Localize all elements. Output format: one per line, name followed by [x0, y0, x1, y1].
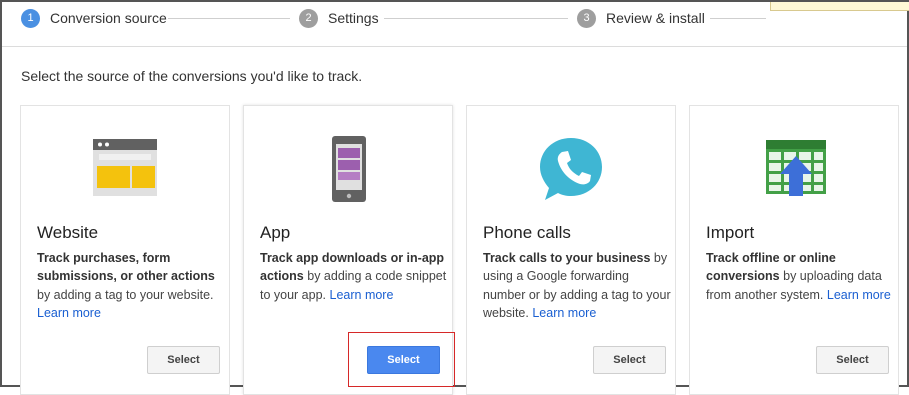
- card-description: Track purchases, form submissions, or ot…: [37, 249, 227, 322]
- step-label: Conversion source: [50, 10, 167, 26]
- step-settings[interactable]: 2 Settings: [299, 8, 379, 28]
- stepper: 1 Conversion source 2 Settings 3 Review …: [2, 2, 909, 47]
- step-label: Settings: [328, 10, 379, 26]
- card-import[interactable]: Import Track offline or online conversio…: [689, 105, 899, 395]
- import-spreadsheet-icon: [690, 134, 898, 206]
- step-label: Review & install: [606, 10, 705, 26]
- step-number: 3: [577, 8, 596, 28]
- card-title: Import: [706, 223, 755, 242]
- step-connector: [384, 18, 568, 19]
- tooltip-box: [770, 2, 909, 11]
- mobile-app-icon: [244, 134, 452, 206]
- phone-call-icon: [467, 134, 675, 206]
- conversion-wizard: 1 Conversion source 2 Settings 3 Review …: [0, 0, 909, 395]
- card-phone-calls[interactable]: Phone calls Track calls to your business…: [466, 105, 676, 395]
- card-description-bold: Track purchases, form submissions, or ot…: [37, 251, 215, 284]
- card-website[interactable]: Website Track purchases, form submission…: [20, 105, 230, 395]
- learn-more-link[interactable]: Learn more: [827, 288, 891, 302]
- card-title: App: [260, 223, 291, 242]
- card-title: Phone calls: [483, 223, 571, 242]
- card-title: Website: [37, 223, 99, 242]
- select-website-button[interactable]: Select: [147, 346, 220, 374]
- website-browser-icon: [21, 134, 229, 206]
- step-connector: [710, 18, 766, 19]
- step-conversion-source[interactable]: 1 Conversion source: [21, 8, 167, 28]
- card-description-bold: Track calls to your business: [483, 251, 651, 265]
- learn-more-link[interactable]: Learn more: [37, 306, 101, 320]
- step-review-install[interactable]: 3 Review & install: [577, 8, 705, 28]
- card-description: Track app downloads or in-app actions by…: [260, 249, 450, 304]
- step-number: 2: [299, 8, 318, 28]
- step-connector: [168, 18, 290, 19]
- highlight-annotation: [348, 332, 455, 387]
- learn-more-link[interactable]: Learn more: [532, 306, 596, 320]
- learn-more-link[interactable]: Learn more: [330, 288, 394, 302]
- card-description-text: by adding a tag to your website.: [37, 287, 214, 302]
- select-import-button[interactable]: Select: [816, 346, 889, 374]
- instruction-text: Select the source of the conversions you…: [21, 68, 363, 84]
- card-description: Track calls to your business by using a …: [483, 249, 673, 322]
- card-description: Track offline or online conversions by u…: [706, 249, 896, 304]
- step-number: 1: [21, 8, 40, 28]
- select-phone-calls-button[interactable]: Select: [593, 346, 666, 374]
